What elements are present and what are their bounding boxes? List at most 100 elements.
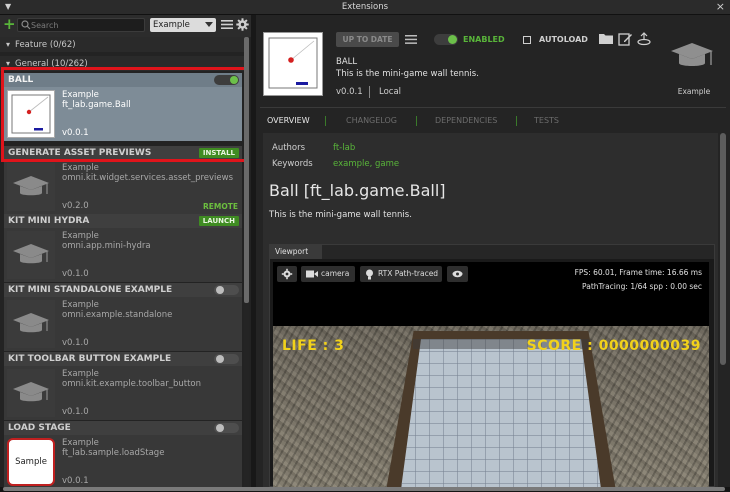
extension-item-mini-standalone[interactable]: KIT MINI STANDALONE EXAMPLE Example omni…: [4, 283, 242, 351]
gear-icon[interactable]: [236, 18, 249, 31]
render-mode-label: RTX Path-traced: [378, 269, 439, 278]
remote-label: REMOTE: [203, 202, 238, 211]
authors-key: Authors: [272, 143, 306, 153]
window-titlebar: ▼ Extensions ×: [0, 0, 730, 15]
extension-vendor: Example: [62, 231, 99, 241]
enabled-toggle[interactable]: [434, 34, 458, 45]
detail-thumbnail: [263, 32, 323, 96]
extension-id: omni.kit.widget.services.asset_previews: [62, 173, 234, 183]
extension-item-toolbar-button[interactable]: KIT TOOLBAR BUTTON EXAMPLE Example omni.…: [4, 352, 242, 420]
keywords-value[interactable]: example, game: [333, 159, 399, 169]
folder-icon[interactable]: [599, 32, 613, 45]
extension-version: v0.1.0: [62, 338, 89, 348]
up-to-date-button[interactable]: UP TO DATE: [336, 32, 399, 47]
search-icon: [21, 20, 31, 30]
viewport-tab: Viewport: [270, 245, 322, 259]
divider: [369, 86, 370, 98]
court-floor: [401, 339, 601, 488]
group-label: Feature (0/62): [15, 40, 76, 50]
score-counter: SCORE : 0000000039: [526, 338, 701, 354]
add-extension-button[interactable]: +: [3, 17, 16, 32]
search-input[interactable]: [31, 19, 141, 31]
fps-stat: FPS: 60.01, Frame time: 16.66 ms: [574, 268, 702, 277]
export-icon[interactable]: [637, 32, 651, 46]
enable-toggle[interactable]: [214, 423, 239, 433]
graduation-cap-icon: [671, 43, 713, 66]
edit-icon[interactable]: [618, 32, 632, 46]
collapse-arrow-icon[interactable]: ▼: [5, 2, 11, 11]
detail-scrollbar[interactable]: [720, 133, 726, 487]
autoload-label: AUTOLOAD: [539, 35, 588, 44]
extension-vendor: Example: [62, 369, 99, 379]
readme-title: Ball [ft_lab.game.Ball]: [269, 181, 446, 200]
tab-tests[interactable]: TESTS: [534, 113, 559, 129]
extension-title: KIT TOOLBAR BUTTON EXAMPLE: [4, 352, 242, 366]
divider: [260, 107, 726, 108]
readme-body: This is the mini-game wall tennis.: [269, 210, 412, 220]
search-field[interactable]: [17, 18, 145, 32]
tab-separator: [416, 116, 417, 126]
extension-item-load-stage[interactable]: LOAD STAGE Sample Example ft_lab.sample.…: [4, 421, 242, 489]
tab-separator: [516, 116, 517, 126]
ball-game-icon: [268, 37, 318, 89]
detail-location: Local: [379, 87, 402, 97]
tab-overview[interactable]: OVERVIEW: [267, 113, 310, 129]
viewport-hud: camera RTX Path-traced FPS: 60.01, Frame…: [273, 262, 709, 326]
viewport-screenshot: Viewport camera RTX Path-traced FPS: 60.…: [269, 244, 715, 488]
graduation-cap-icon: [13, 176, 49, 196]
enable-toggle[interactable]: [214, 285, 239, 295]
lightbulb-icon: [366, 269, 373, 280]
extension-list-panel: + Example ▾Feature (0/62) ▾General (10/2…: [0, 15, 251, 489]
extension-thumbnail: [7, 231, 55, 279]
list-scrollbar[interactable]: [244, 37, 249, 487]
extension-thumbnail: [7, 300, 55, 348]
extension-thumbnail: [7, 369, 55, 417]
tab-changelog[interactable]: CHANGELOG: [346, 113, 397, 129]
graduation-cap-icon: [13, 382, 49, 402]
game-scene: LIFE : 3 SCORE : 0000000039: [273, 326, 709, 488]
list-menu-icon[interactable]: [221, 19, 233, 30]
camera-icon: [306, 270, 318, 278]
extension-version: v0.2.0: [62, 201, 89, 211]
graduation-cap-icon: [13, 313, 49, 333]
extension-title: KIT MINI STANDALONE EXAMPLE: [4, 283, 242, 297]
extension-id: omni.example.standalone: [62, 310, 173, 320]
extension-item-mini-hydra[interactable]: KIT MINI HYDRA LAUNCH Example omni.app.m…: [4, 214, 242, 282]
keywords-key: Keywords: [272, 159, 313, 169]
extension-id: omni.app.mini-hydra: [62, 241, 151, 251]
extension-vendor: Example: [62, 300, 99, 310]
tab-dependencies[interactable]: DEPENDENCIES: [435, 113, 497, 129]
group-feature[interactable]: ▾ Feature (0/62): [0, 37, 244, 52]
filter-dropdown-value: Example: [153, 20, 190, 30]
chevron-down-icon: ▾: [6, 40, 11, 49]
window-title: Extensions: [341, 2, 389, 12]
horizontal-scrollbar[interactable]: [0, 487, 730, 492]
scrollbar-thumb[interactable]: [3, 487, 725, 491]
extension-vendor: Example: [62, 163, 99, 173]
hamburger-icon[interactable]: [405, 34, 417, 45]
viewport-tabbar: [322, 245, 714, 259]
filter-dropdown[interactable]: Example: [150, 18, 216, 32]
graduation-cap-icon: [13, 244, 49, 264]
detail-version: v0.0.1: [336, 87, 363, 97]
overview-content: Authors ft-lab Keywords example, game Ba…: [263, 133, 718, 488]
extension-detail-panel: UP TO DATE ENABLED AUTOLOAD BALL This is…: [256, 15, 730, 488]
scrollbar-thumb[interactable]: [720, 133, 726, 365]
life-counter: LIFE : 3: [282, 338, 345, 354]
pathtracing-stat: PathTracing: 1/64 spp : 0.00 sec: [582, 282, 702, 291]
enabled-label: ENABLED: [463, 35, 505, 44]
close-icon[interactable]: ×: [716, 0, 725, 13]
extension-title: LOAD STAGE: [4, 421, 242, 435]
viewport-canvas: camera RTX Path-traced FPS: 60.01, Frame…: [273, 262, 709, 488]
tab-separator: [325, 116, 326, 126]
authors-value[interactable]: ft-lab: [333, 143, 355, 153]
scrollbar-thumb[interactable]: [244, 37, 249, 303]
launch-button[interactable]: LAUNCH: [198, 216, 239, 226]
detail-description: This is the mini-game wall tennis.: [336, 69, 479, 79]
extension-vendor: Example: [62, 438, 99, 448]
viewport-settings-button: [277, 266, 297, 282]
enable-toggle[interactable]: [214, 354, 239, 364]
detail-vendor: Example: [677, 87, 711, 96]
autoload-checkbox[interactable]: [523, 36, 531, 44]
chevron-down-icon: [205, 22, 213, 27]
